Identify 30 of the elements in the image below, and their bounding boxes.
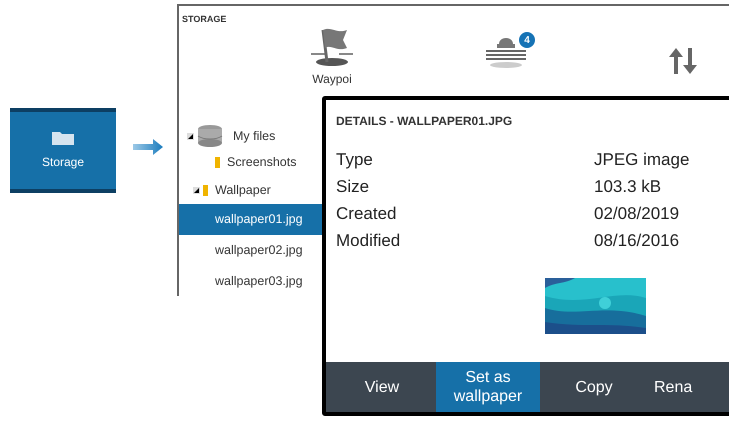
- drive-icon: [197, 124, 223, 148]
- property-value: 08/16/2016: [594, 230, 680, 252]
- storage-tile[interactable]: Storage: [10, 108, 116, 193]
- tree-item[interactable]: wallpaper01.jpg: [179, 204, 322, 235]
- tree-item[interactable]: wallpaper03.jpg: [179, 266, 322, 297]
- property-value: 103.3 kB: [594, 176, 662, 198]
- property-label: Modified: [336, 230, 402, 252]
- property-value: JPEG image: [594, 148, 690, 171]
- action-button[interactable]: Set as wallpaper: [436, 362, 540, 412]
- category-label: Waypoi: [312, 72, 352, 86]
- tree-item[interactable]: wallpaper02.jpg: [179, 235, 322, 266]
- folder-icon: [203, 184, 208, 196]
- category-button[interactable]: Waypoi: [277, 24, 387, 86]
- folder-icon: [215, 156, 220, 168]
- folder-icon: [52, 130, 74, 145]
- tree-item[interactable]: Wallpaper: [179, 176, 322, 204]
- transfer-icon: [668, 46, 698, 76]
- expander-icon[interactable]: [193, 186, 200, 194]
- panel-title: STORAGE: [182, 13, 226, 26]
- tree-item[interactable]: Screenshots: [179, 148, 322, 176]
- arrow-icon: [133, 139, 163, 155]
- category-button[interactable]: 4: [451, 24, 561, 68]
- tree-item[interactable]: My files: [179, 124, 322, 148]
- property-label: Type: [336, 148, 374, 171]
- expander-icon[interactable]: [187, 132, 194, 140]
- property-label: Size: [336, 176, 370, 198]
- property-label: Created: [336, 202, 398, 225]
- count-badge: 4: [519, 32, 535, 48]
- dialog-title: DETAILS - WALLPAPER01.JPG: [336, 113, 512, 130]
- property-value: 02/08/2019: [594, 202, 680, 225]
